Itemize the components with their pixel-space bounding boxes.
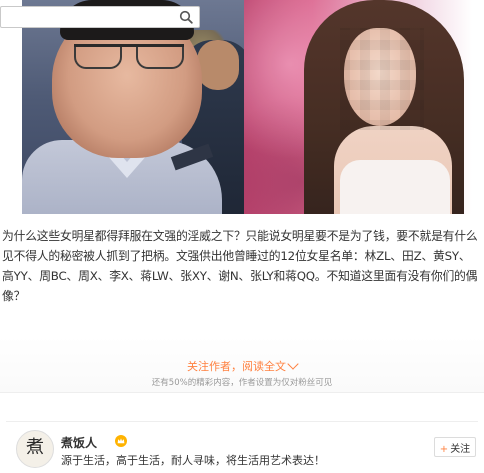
read-more-note: 还有50%的精彩内容，作者设置为仅对粉丝可见	[151, 378, 333, 388]
follow-button-label: 关注	[450, 443, 471, 455]
author-bio: 源于生活，高于生活，耐人寻味，将生活用艺术表达！	[61, 454, 325, 467]
author-card: 煮 煮饭人 源于生活，高于生活，耐人寻味，将生活用艺术表达！ + 关注	[6, 421, 478, 472]
search-icon[interactable]	[179, 10, 193, 24]
avatar-calligraphy: 煮	[26, 437, 44, 458]
photo-overlay	[244, 0, 472, 214]
article-image	[22, 0, 472, 214]
follow-read-full-link[interactable]: 关注作者，阅读全文	[0, 358, 484, 374]
plus-icon: +	[439, 443, 449, 455]
read-more-label[interactable]: 关注作者，阅读全文	[187, 360, 286, 373]
article-body: 为什么这些女明星都得拜服在文强的淫威之下？只能说女明星要不是为了钱，要不就是有什…	[2, 229, 478, 303]
search-bar[interactable]	[0, 6, 200, 28]
photo-official	[22, 0, 244, 214]
crown-badge-icon	[115, 435, 127, 447]
avatar[interactable]: 煮	[16, 430, 54, 468]
photo-woman	[244, 0, 472, 214]
search-input[interactable]	[5, 8, 179, 28]
background-person-head	[197, 40, 239, 90]
follow-button[interactable]: + 关注	[434, 437, 476, 457]
glasses	[74, 44, 184, 69]
chevron-down-icon	[287, 358, 299, 370]
author-name[interactable]: 煮饭人	[61, 434, 97, 451]
